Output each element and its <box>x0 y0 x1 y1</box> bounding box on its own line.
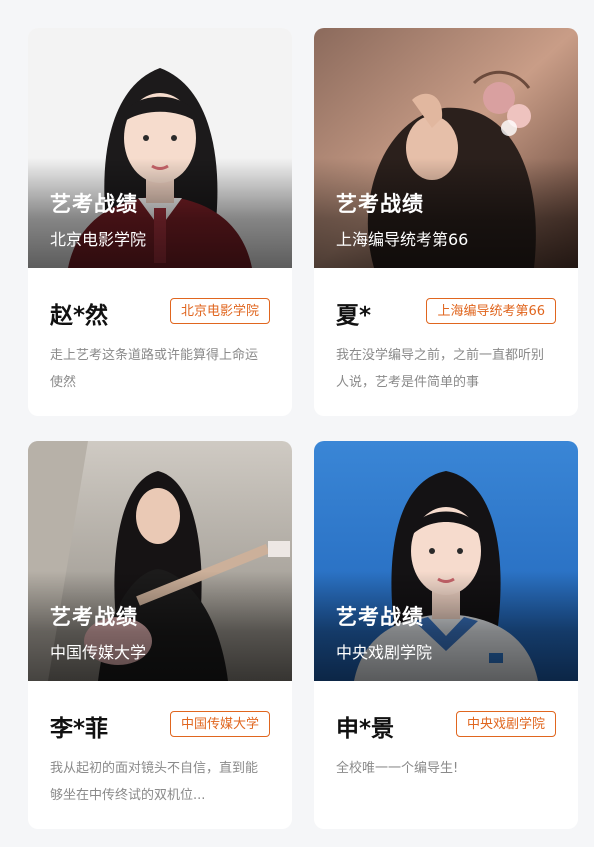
overlay-title: 艺考战绩 <box>336 192 424 216</box>
student-description: 我从起初的面对镜头不自信，直到能够坐在中传终试的双机位... <box>50 761 259 803</box>
school-tag[interactable]: 北京电影学院 <box>169 298 270 324</box>
student-card[interactable]: 艺考战绩 中央戏剧学院 申*景 中央戏剧学院 全校唯一一个编导生! <box>314 441 578 829</box>
overlay-school: 中国传媒大学 <box>50 643 147 662</box>
overlay-school: 上海编导统考第66 <box>336 230 469 249</box>
student-photo: 艺考战绩 中央戏剧学院 <box>314 441 578 681</box>
student-description: 我在没学编导之前，之前一直都听别人说，艺考是件简单的事 <box>336 348 545 390</box>
student-card[interactable]: 艺考战绩 北京电影学院 赵*然 北京电影学院 走上艺考这条道路或许能算得上命运使… <box>28 28 292 416</box>
student-description: 全校唯一一个编导生! <box>336 761 459 776</box>
school-tag[interactable]: 中国传媒大学 <box>169 711 270 737</box>
student-name: 赵*然 <box>50 303 109 329</box>
student-card-grid: 艺考战绩 北京电影学院 赵*然 北京电影学院 走上艺考这条道路或许能算得上命运使… <box>0 0 594 847</box>
school-tag[interactable]: 中央戏剧学院 <box>455 711 556 737</box>
student-card[interactable]: 艺考战绩 中国传媒大学 李*菲 中国传媒大学 我从起初的面对镜头不自信，直到能够… <box>28 441 292 829</box>
student-name: 申*景 <box>336 716 395 742</box>
student-card[interactable]: 艺考战绩 上海编导统考第66 夏* 上海编导统考第66 我在没学编导之前，之前一… <box>314 28 578 416</box>
student-photo: 艺考战绩 北京电影学院 <box>28 28 292 268</box>
student-photo: 艺考战绩 上海编导统考第66 <box>314 28 578 268</box>
overlay-title: 艺考战绩 <box>50 605 138 629</box>
school-tag[interactable]: 上海编导统考第66 <box>426 298 556 324</box>
overlay-school: 北京电影学院 <box>50 230 147 249</box>
student-name: 李*菲 <box>50 716 109 742</box>
student-name: 夏* <box>336 303 372 329</box>
student-photo: 艺考战绩 中国传媒大学 <box>28 441 292 681</box>
student-description: 走上艺考这条道路或许能算得上命运使然 <box>50 348 259 390</box>
overlay-title: 艺考战绩 <box>50 192 138 216</box>
overlay-school: 中央戏剧学院 <box>336 643 433 662</box>
overlay-title: 艺考战绩 <box>336 605 424 629</box>
